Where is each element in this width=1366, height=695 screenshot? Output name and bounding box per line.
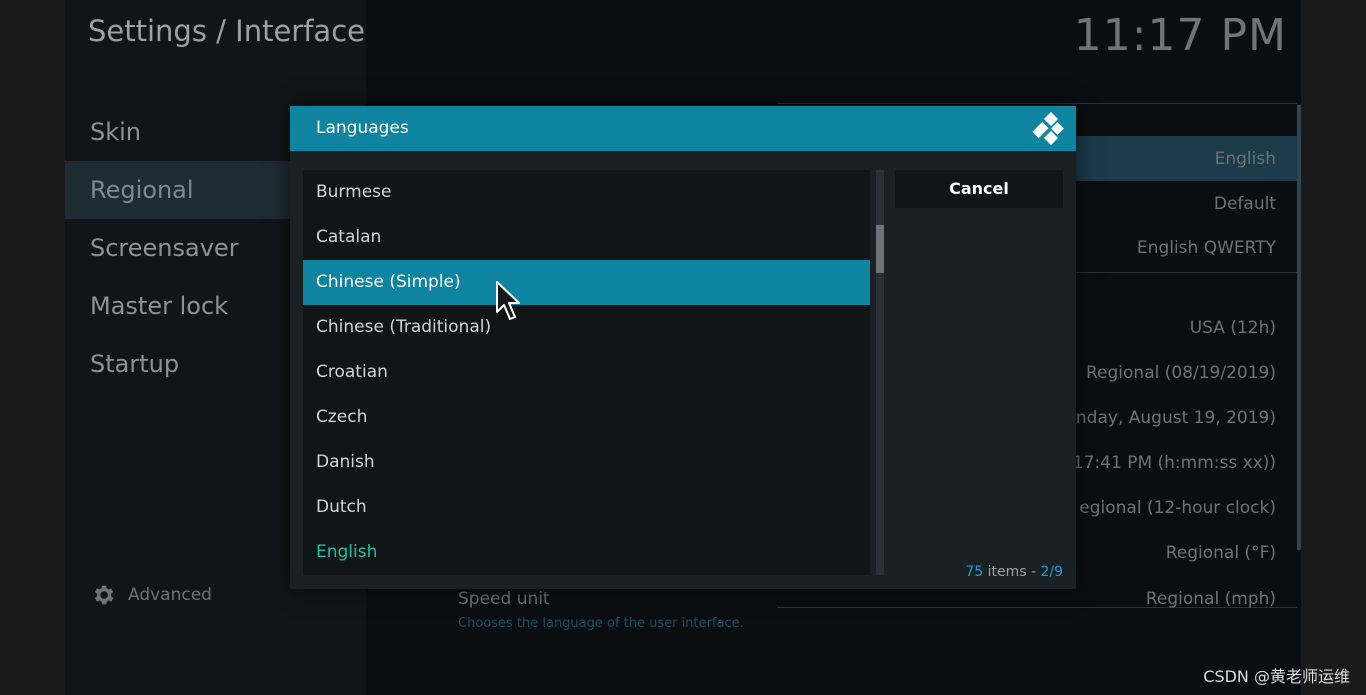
setting-label-speed-unit[interactable]: Speed unit	[458, 589, 550, 609]
settings-scrollbar[interactable]	[1297, 105, 1301, 550]
item-count: 75 items - 2/9	[965, 564, 1063, 580]
setting-value-language[interactable]: English	[1215, 149, 1276, 169]
list-item[interactable]: Catalan	[303, 215, 870, 260]
mouse-cursor-icon	[496, 281, 520, 320]
list-item[interactable]: Burmese	[303, 170, 870, 215]
list-item-selected[interactable]: Chinese (Simple)	[303, 260, 870, 305]
setting-value-temperature[interactable]: Regional (°F)	[1166, 543, 1276, 563]
language-list[interactable]: Burmese Catalan Chinese (Simple) Chinese…	[303, 170, 870, 575]
list-item[interactable]: Dutch	[303, 485, 870, 530]
setting-description: Chooses the language of the user interfa…	[458, 616, 744, 631]
list-item[interactable]: Danish	[303, 440, 870, 485]
page-title: Settings / Interface	[88, 14, 365, 48]
divider	[777, 103, 1297, 104]
gear-icon	[94, 585, 114, 605]
setting-value-speed-unit[interactable]: Regional (mph)	[1146, 589, 1276, 609]
advanced-settings-button[interactable]: Advanced	[90, 580, 212, 610]
setting-value-keyboard[interactable]: English QWERTY	[1137, 238, 1276, 258]
watermark: CSDN @黄老师运维	[1203, 667, 1350, 686]
setting-value-region[interactable]: USA (12h)	[1190, 318, 1276, 338]
list-item-current[interactable]: English	[303, 530, 870, 575]
item-count-number: 75	[965, 564, 984, 580]
item-count-text: items -	[983, 564, 1041, 580]
cancel-button[interactable]: Cancel	[895, 170, 1063, 208]
languages-dialog: Languages Burmese Catalan Chinese (Simpl…	[290, 106, 1076, 589]
advanced-label: Advanced	[128, 585, 212, 605]
list-item[interactable]: Chinese (Traditional)	[303, 305, 870, 350]
dialog-title: Languages	[316, 118, 409, 138]
clock: 11:17 PM	[1073, 10, 1287, 61]
scrollbar-thumb[interactable]	[876, 225, 884, 273]
list-scrollbar[interactable]	[876, 170, 884, 575]
setting-value-short-date[interactable]: Regional (08/19/2019)	[1086, 363, 1276, 383]
setting-value-clock[interactable]: egional (12-hour clock)	[1079, 498, 1276, 518]
page-indicator: 2/9	[1040, 564, 1063, 580]
list-item[interactable]: Czech	[303, 395, 870, 440]
setting-value[interactable]: Default	[1214, 194, 1276, 214]
dialog-header: Languages	[290, 106, 1076, 151]
setting-value-time-format[interactable]: 17:41 PM (h:mm:ss xx))	[1073, 453, 1276, 473]
list-item[interactable]: Croatian	[303, 350, 870, 395]
setting-value-long-date[interactable]: nday, August 19, 2019)	[1076, 408, 1276, 428]
kodi-logo-icon	[1032, 112, 1064, 146]
